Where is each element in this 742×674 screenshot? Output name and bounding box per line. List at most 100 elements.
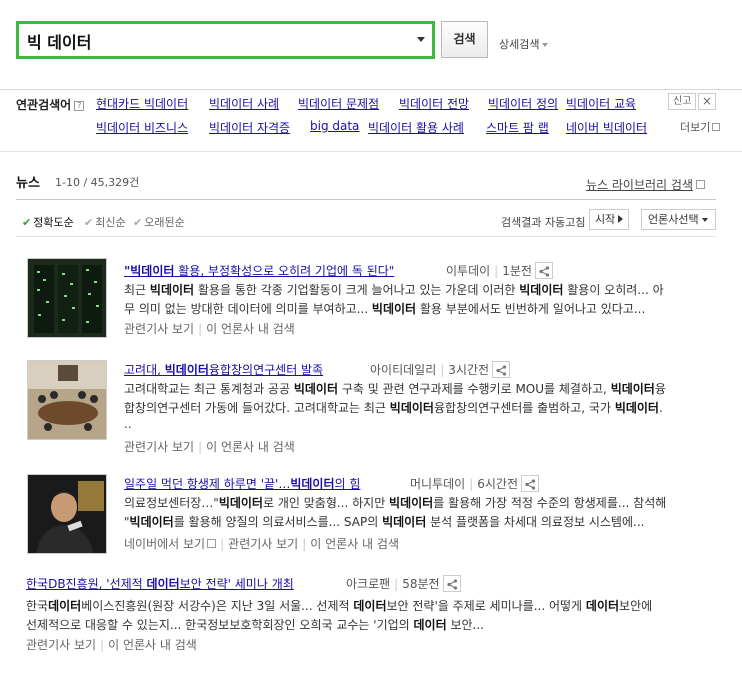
article-snippet: 한국데이터베이스진흥원(원장 서강수)은 지난 3일 서울... 선제적 데이터… bbox=[26, 597, 726, 635]
article-headline[interactable]: 한국DB진흥원, '선제적 데이터보안 전략' 세미나 개최 bbox=[26, 575, 294, 592]
sort-accuracy[interactable]: ✔ 정확도순 bbox=[22, 214, 74, 230]
report-button[interactable]: 신고 bbox=[668, 93, 697, 110]
press-name[interactable]: 머니투데이 bbox=[410, 477, 465, 491]
related-keyword[interactable]: 네이버 빅데이터 bbox=[566, 119, 647, 136]
article-source: 이투데이 | 1분전 bbox=[446, 262, 553, 279]
server-rack-image bbox=[28, 259, 106, 337]
more-button[interactable]: 더보기 bbox=[680, 119, 721, 135]
share-icon[interactable] bbox=[442, 575, 461, 592]
sort-latest[interactable]: ✔ 최신순 bbox=[84, 214, 126, 230]
article-thumbnail[interactable] bbox=[27, 474, 107, 554]
related-keyword[interactable]: 현대카드 빅데이터 bbox=[96, 95, 188, 112]
view-on-naver-link[interactable]: 네이버에서 보기 bbox=[124, 537, 205, 551]
snippet-text: 고려대학교는 최근 통계청과 공공 bbox=[124, 382, 294, 396]
search-button[interactable]: 검색 bbox=[441, 21, 488, 58]
article-thumbnail[interactable] bbox=[27, 360, 107, 440]
play-icon bbox=[618, 215, 624, 223]
article-headline[interactable]: 고려대, 빅데이터융합창의연구센터 발족 bbox=[124, 361, 323, 378]
snippet-text: 보안 전략'을 주제로 세미나를... 어떻게 bbox=[386, 599, 586, 613]
article-headline[interactable]: "빅데이터 활용, 부정확성으로 오히려 기업에 독 된다" bbox=[124, 262, 394, 279]
expand-icon bbox=[712, 123, 721, 131]
news-library-label: 뉴스 라이브러리 검색 bbox=[586, 178, 693, 192]
advanced-search-toggle[interactable]: 상세검색 bbox=[499, 36, 549, 52]
share-icon[interactable] bbox=[521, 475, 540, 492]
news-library-link[interactable]: 뉴스 라이브러리 검색 bbox=[586, 176, 705, 193]
press-select-dropdown[interactable]: 언론사선택 bbox=[641, 209, 716, 230]
snippet-text: 보안... bbox=[446, 618, 484, 632]
related-keyword[interactable]: 빅데이터 자격증 bbox=[209, 119, 290, 136]
separator: | bbox=[469, 477, 474, 491]
autocomplete-arrow-icon[interactable] bbox=[417, 37, 425, 42]
headline-keyword: 빅데이터 bbox=[290, 477, 335, 491]
press-search-link[interactable]: 이 언론사 내 검색 bbox=[108, 638, 197, 652]
sort-oldest[interactable]: ✔ 오래된순 bbox=[133, 214, 185, 230]
check-icon: ✔ bbox=[133, 216, 143, 229]
auto-refresh-start-button[interactable]: 시작 bbox=[589, 209, 630, 230]
related-keyword[interactable]: 스마트 팜 랩 bbox=[486, 119, 549, 136]
article-thumbnail[interactable] bbox=[27, 258, 107, 338]
meeting-room-image bbox=[28, 361, 106, 439]
snippet-line: 선제적으로 대응할 수 있는지... 한국정보보호학회장인 오희국 교수는 '기… bbox=[26, 616, 726, 635]
share-icon[interactable] bbox=[492, 361, 511, 378]
headline-text: 고려대, bbox=[124, 363, 165, 377]
related-keyword[interactable]: 빅데이터 문제점 bbox=[298, 95, 379, 112]
snippet-line: 합창의연구센터 가동에 들어갔다. 고려대학교는 최근 빅데이터융합창의연구센터… bbox=[124, 399, 724, 418]
press-name[interactable]: 아이티데일리 bbox=[370, 363, 436, 377]
article-meta: 네이버에서 보기 | 관련기사 보기 | 이 언론사 내 검색 bbox=[124, 535, 399, 552]
related-keyword[interactable]: 빅데이터 전망 bbox=[399, 95, 469, 112]
related-articles-link[interactable]: 관련기사 보기 bbox=[124, 322, 194, 336]
help-icon[interactable]: ? bbox=[74, 101, 85, 111]
chevron-down-icon bbox=[542, 43, 549, 47]
snippet-text: 선제적으로 대응할 수 있는지... 한국정보보호학회장인 오희국 교수는 '기… bbox=[26, 618, 414, 632]
snippet-keyword: 데이터 bbox=[413, 618, 447, 632]
press-select-label: 언론사선택 bbox=[648, 213, 699, 226]
headline-text: 활용, 부정확성으로 오히려 기업에 독 된다" bbox=[174, 264, 395, 278]
related-articles-link[interactable]: 관련기사 보기 bbox=[26, 638, 96, 652]
snippet-text: 의료정보센터장…" bbox=[124, 496, 219, 510]
search-box[interactable] bbox=[16, 21, 435, 59]
headline-keyword: "빅데이터 bbox=[124, 264, 175, 278]
related-articles-link[interactable]: 관련기사 보기 bbox=[124, 440, 194, 454]
divider bbox=[16, 236, 716, 237]
article-snippet: 최근 빅데이터 활용을 통한 각종 기업활동이 크게 늘어나고 있는 가운데 이… bbox=[124, 281, 724, 319]
article-source: 아크로팬 | 58분전 bbox=[346, 575, 461, 592]
search-header: 검색 상세검색 bbox=[0, 0, 742, 90]
press-name[interactable]: 이투데이 bbox=[446, 264, 490, 278]
related-keyword[interactable]: 빅데이터 사례 bbox=[209, 95, 279, 112]
headline-keyword: 빅데이터 bbox=[164, 363, 209, 377]
snippet-text: 활용이 오히려... 아 bbox=[563, 283, 664, 297]
press-search-link[interactable]: 이 언론사 내 검색 bbox=[206, 440, 295, 454]
press-name[interactable]: 아크로팬 bbox=[346, 577, 390, 591]
related-articles-link[interactable]: 관련기사 보기 bbox=[228, 537, 298, 551]
close-icon[interactable]: × bbox=[698, 93, 716, 110]
article-snippet: 의료정보센터장…"빅데이터로 개인 맞춤형... 하지만 빅데이터를 활용해 가… bbox=[124, 494, 724, 532]
related-keyword[interactable]: big data bbox=[310, 119, 359, 133]
snippet-text: . bbox=[658, 401, 663, 415]
separator: | bbox=[494, 264, 499, 278]
snippet-line: 고려대학교는 최근 통계청과 공공 빅데이터 구축 및 관련 연구과제를 수행키… bbox=[124, 380, 724, 399]
related-keyword[interactable]: 빅데이터 교육 bbox=[566, 95, 636, 112]
related-keyword[interactable]: 빅데이터 비즈니스 bbox=[96, 119, 188, 136]
related-keywords-title: 연관검색어? bbox=[16, 96, 85, 113]
press-search-link[interactable]: 이 언론사 내 검색 bbox=[206, 322, 295, 336]
headline-text: 한국DB진흥원, '선제적 bbox=[26, 577, 147, 591]
snippet-line: 의료정보센터장…"빅데이터로 개인 맞춤형... 하지만 빅데이터를 활용해 가… bbox=[124, 494, 724, 513]
snippet-keyword: 빅데이터 bbox=[614, 401, 659, 415]
snippet-text: 베이스진흥원(원장 서강수)은 지난 3일 서울... 선제적 bbox=[81, 599, 354, 613]
related-keyword[interactable]: 빅데이터 활용 사례 bbox=[368, 119, 464, 136]
snippet-keyword: 빅데이터 bbox=[293, 382, 338, 396]
related-keyword[interactable]: 빅데이터 정의 bbox=[488, 95, 558, 112]
article-headline[interactable]: 일주일 먹던 항생제 하루면 '끝'…빅데이터의 힘 bbox=[124, 475, 360, 492]
snippet-text: 무 의미 없는 방대한 데이터에 의미를 부여하고... bbox=[124, 302, 372, 316]
snippet-line: 한국데이터베이스진흥원(원장 서강수)은 지난 3일 서울... 선제적 데이터… bbox=[26, 597, 726, 616]
snippet-line: "빅데이터를 활용해 양질의 의료서비스를... SAP의 빅데이터 분석 플랫… bbox=[124, 513, 724, 532]
sort-accuracy-label: 정확도순 bbox=[33, 216, 74, 229]
snippet-line: 무 의미 없는 방대한 데이터에 의미를 부여하고... 빅데이터 활용 부분에… bbox=[124, 300, 724, 319]
snippet-keyword: 빅데이터 bbox=[218, 496, 263, 510]
share-icon[interactable] bbox=[534, 262, 553, 279]
auto-refresh-label: 검색결과 자동고침 bbox=[501, 216, 586, 229]
press-search-link[interactable]: 이 언론사 내 검색 bbox=[310, 537, 399, 551]
snippet-keyword: 빅데이터 bbox=[149, 283, 195, 297]
search-input[interactable] bbox=[27, 29, 407, 53]
check-icon: ✔ bbox=[84, 216, 94, 229]
